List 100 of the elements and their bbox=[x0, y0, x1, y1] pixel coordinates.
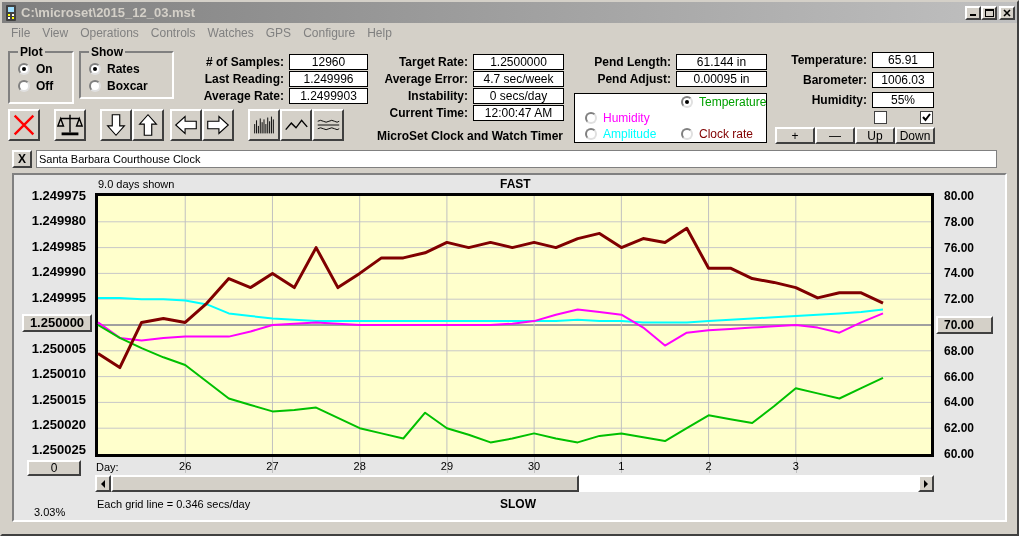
axis-label: 1.250015 bbox=[31, 390, 86, 409]
field-label: Average Rate: bbox=[202, 87, 285, 105]
field-label: # of Samples: bbox=[204, 53, 285, 71]
axis-label: 1.249975 bbox=[31, 187, 86, 205]
scroll-right-button[interactable] bbox=[918, 475, 934, 492]
value-field: 1.2500000 bbox=[473, 53, 564, 70]
axis-label: 30 bbox=[528, 459, 541, 473]
axis-label: 2 bbox=[705, 459, 712, 473]
value-field: 65.91 bbox=[872, 52, 934, 68]
adjust-button[interactable]: Up bbox=[855, 127, 895, 144]
radio-button[interactable] bbox=[18, 62, 30, 75]
value-field: 12:00:47 AM bbox=[473, 104, 564, 121]
radio-button[interactable] bbox=[18, 79, 30, 92]
toolbar-button[interactable] bbox=[248, 109, 280, 141]
toolbar-button[interactable] bbox=[280, 109, 312, 141]
clear-button[interactable]: X bbox=[12, 150, 32, 168]
minimize-button[interactable] bbox=[965, 5, 981, 20]
axis-label: 1.250010 bbox=[31, 365, 86, 384]
toolbar-button[interactable] bbox=[170, 109, 202, 141]
axis-label: 1.250025 bbox=[31, 441, 86, 460]
adjust-button[interactable]: — bbox=[815, 127, 855, 144]
scroll-thumb[interactable] bbox=[111, 475, 580, 492]
radio-button[interactable] bbox=[89, 62, 101, 75]
app-caption: MicroSet Clock and Watch Timer bbox=[377, 128, 564, 145]
radio-button[interactable] bbox=[89, 79, 101, 92]
axis-value-button[interactable]: 1.250000 bbox=[22, 314, 92, 333]
axis-label: 72.00 bbox=[943, 291, 975, 309]
adjust-button[interactable]: + bbox=[775, 127, 815, 144]
value-field: 0.00095 in bbox=[676, 70, 767, 87]
checkbox[interactable] bbox=[874, 111, 887, 124]
left-triangle-icon bbox=[99, 479, 107, 488]
close-button[interactable] bbox=[999, 5, 1015, 20]
axis-label: 68.00 bbox=[943, 342, 975, 360]
grid-note: Each grid line = 0.346 secs/day bbox=[96, 496, 251, 512]
toolbar-button[interactable] bbox=[8, 109, 40, 141]
axis-label: 27 bbox=[266, 459, 279, 473]
radio-button[interactable] bbox=[585, 128, 597, 140]
axis-label: 78.00 bbox=[943, 213, 975, 231]
axis-label: 62.00 bbox=[943, 420, 975, 438]
axis-label: 1.250005 bbox=[31, 339, 86, 358]
radio-button[interactable] bbox=[681, 96, 693, 108]
clock-name-field[interactable]: Santa Barbara Courthouse Clock bbox=[36, 150, 997, 168]
field-label: Pend Length: bbox=[593, 53, 672, 71]
axis-label: 60.00 bbox=[943, 445, 975, 463]
toolbar-button[interactable] bbox=[100, 109, 132, 141]
field-label: Temperature: bbox=[790, 52, 868, 69]
days-shown-label: 9.0 days shown bbox=[97, 176, 175, 192]
horizontal-scrollbar[interactable] bbox=[95, 475, 934, 492]
value-field: 1.2499903 bbox=[289, 87, 368, 104]
adjust-button[interactable]: Down bbox=[895, 127, 935, 144]
value-field: 12960 bbox=[289, 53, 368, 70]
radio-label[interactable]: Clock rate bbox=[699, 125, 754, 143]
axis-label: 1.249990 bbox=[31, 263, 86, 282]
radio-button[interactable] bbox=[585, 112, 597, 124]
axis-label: 1.250020 bbox=[31, 415, 86, 434]
minimize-icon bbox=[970, 13, 976, 16]
slow-label: SLOW bbox=[500, 496, 536, 513]
field-label: Target Rate: bbox=[397, 53, 469, 71]
maximize-button[interactable] bbox=[981, 5, 997, 20]
field-label: Current Time: bbox=[388, 104, 469, 122]
radio-label[interactable]: Off bbox=[36, 76, 54, 95]
group-title: Plot bbox=[19, 44, 44, 61]
close-icon bbox=[1003, 8, 1011, 17]
axis-label: 64.00 bbox=[943, 394, 975, 412]
axis-value-button[interactable]: 70.00 bbox=[936, 316, 993, 334]
right-triangle-icon bbox=[922, 479, 930, 488]
axis-label: 74.00 bbox=[943, 265, 975, 283]
group-title: Show bbox=[90, 44, 124, 61]
radio-label[interactable]: Rates bbox=[107, 59, 140, 78]
toolbar-button[interactable] bbox=[132, 109, 164, 141]
axis-label: 28 bbox=[353, 459, 366, 473]
offset-button[interactable]: 0 bbox=[27, 459, 81, 476]
value-field: 0 secs/day bbox=[473, 87, 564, 104]
axis-label: 1.249995 bbox=[31, 288, 86, 307]
field-label: Last Reading: bbox=[203, 70, 285, 88]
axis-label: 29 bbox=[440, 459, 453, 473]
maximize-icon bbox=[984, 8, 994, 17]
scroll-left-button[interactable] bbox=[95, 475, 111, 492]
day-axis-title: Day: bbox=[96, 460, 119, 475]
value-field: 4.7 sec/week bbox=[473, 70, 564, 87]
toolbar-button[interactable] bbox=[202, 109, 234, 141]
toolbar-button[interactable] bbox=[54, 109, 86, 141]
radio-label[interactable]: Temperature bbox=[699, 93, 767, 111]
checkbox[interactable] bbox=[920, 111, 933, 124]
field-label: Average Error: bbox=[383, 70, 469, 88]
percent-label: 3.03% bbox=[34, 504, 66, 520]
field-label: Instability: bbox=[407, 87, 469, 105]
radio-button[interactable] bbox=[681, 128, 693, 140]
axis-label: 66.00 bbox=[943, 368, 975, 386]
value-field: 1006.03 bbox=[872, 72, 934, 88]
radio-label[interactable]: Boxcar bbox=[107, 76, 148, 95]
check-icon bbox=[922, 113, 931, 122]
toolbar-button[interactable] bbox=[312, 109, 344, 141]
axis-label: 1.249980 bbox=[31, 212, 86, 231]
value-field: 61.144 in bbox=[676, 53, 767, 70]
radio-label[interactable]: On bbox=[36, 59, 53, 78]
window-title: C:\microset\2015_12_03.mst bbox=[21, 3, 197, 22]
app-icon bbox=[4, 4, 18, 21]
value-field: 55% bbox=[872, 92, 934, 108]
field-label: Barometer: bbox=[801, 72, 868, 89]
